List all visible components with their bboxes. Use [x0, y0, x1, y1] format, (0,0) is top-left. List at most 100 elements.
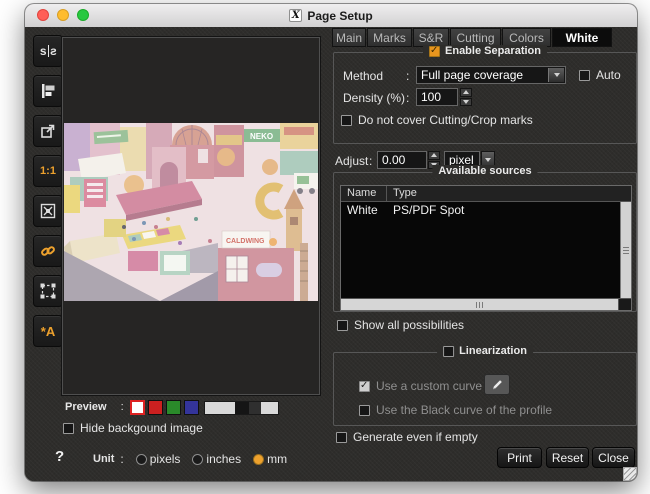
black-curve-label: Use the Black curve of the profile [376, 403, 552, 417]
preview-swatch-blue[interactable] [184, 400, 199, 415]
column-header-type[interactable]: Type [387, 186, 417, 201]
custom-curve-checkbox[interactable] [359, 381, 370, 392]
preview-controls: Preview : [65, 399, 202, 415]
column-header-name[interactable]: Name [341, 186, 387, 201]
fit-page-icon [39, 202, 57, 220]
density-label: Density (%) [343, 91, 405, 105]
density-value: 100 [421, 90, 441, 104]
preview-panel[interactable]: NEKO [62, 37, 320, 395]
pixels-label: pixels [150, 452, 181, 466]
sources-table: Name Type White PS/PDF Spot [340, 185, 632, 311]
unit-option-pixels[interactable]: pixels [136, 452, 181, 466]
align-icon [39, 82, 57, 100]
method-dropdown[interactable]: Full page coverage [416, 66, 566, 84]
one-to-one-icon: 1:1 [40, 165, 56, 177]
unit-option-mm[interactable]: mm [253, 452, 287, 466]
link-tool-button[interactable] [33, 235, 63, 267]
linearization-group-header: Linearization [437, 345, 533, 357]
edit-curve-button[interactable] [484, 374, 510, 395]
select-area-button[interactable] [33, 275, 63, 307]
method-colon: : [406, 69, 409, 83]
grayscale-preview-bar[interactable] [204, 401, 279, 415]
enable-separation-label: Enable Separation [445, 45, 541, 57]
tab-main[interactable]: Main [332, 28, 366, 47]
app-icon: X [289, 9, 302, 22]
pencil-icon [490, 378, 504, 392]
linearization-label: Linearization [459, 345, 527, 357]
adjust-input[interactable]: 0.00 [377, 151, 427, 169]
tab-marks[interactable]: Marks [367, 28, 412, 47]
no-cover-row: Do not cover Cutting/Crop marks [341, 113, 533, 127]
unit-selector: Unit : pixels inches mm [93, 452, 287, 466]
hide-background-label: Hide backgound image [80, 421, 203, 435]
close-button[interactable]: Close [592, 447, 635, 468]
density-input[interactable]: 100 [416, 88, 458, 106]
show-all-row: Show all possibilities [337, 318, 464, 332]
grayscale-segment [235, 402, 249, 414]
generate-checkbox[interactable] [336, 432, 347, 443]
preview-colon: : [121, 401, 124, 413]
density-stepper [460, 88, 472, 106]
grayscale-segment [205, 402, 235, 414]
unit-option-inches[interactable]: inches [192, 452, 241, 466]
density-step-down-button[interactable] [460, 98, 472, 107]
window-title: Page Setup [307, 9, 372, 23]
fit-to-page-button[interactable] [33, 195, 63, 227]
tab-white[interactable]: White [552, 28, 612, 47]
adjust-value: 0.00 [382, 153, 405, 167]
show-all-checkbox[interactable] [337, 320, 348, 331]
vertical-scrollbar[interactable] [620, 202, 631, 298]
no-cover-checkbox[interactable] [341, 115, 352, 126]
hide-background-checkbox[interactable] [63, 423, 74, 434]
hide-background-row: Hide backgound image [63, 421, 203, 435]
unit-colon: : [120, 452, 123, 466]
custom-curve-label: Use a custom curve [376, 379, 482, 393]
scrollbar-corner [618, 299, 631, 310]
cell-name: White [341, 202, 387, 217]
preview-swatch-white[interactable] [130, 400, 145, 415]
sources-group-header: Available sources [432, 165, 537, 177]
actual-size-button[interactable]: 1:1 [33, 155, 63, 187]
method-label: Method [343, 69, 383, 83]
no-cover-label: Do not cover Cutting/Crop marks [358, 113, 533, 127]
auto-checkbox[interactable] [579, 70, 590, 81]
preview-swatch-red[interactable] [148, 400, 163, 415]
mirror-tool-button[interactable]: ss [33, 35, 63, 67]
text-annotation-button[interactable]: *A [33, 315, 63, 347]
adjust-colon: : [369, 154, 372, 168]
page-setup-dialog: X Page Setup ss 1:1 *A [25, 4, 637, 481]
separation-group-header: Enable Separation [423, 45, 547, 57]
black-curve-row: Use the Black curve of the profile [359, 403, 552, 417]
pixels-radio[interactable] [136, 454, 147, 465]
sources-group-label: Available sources [438, 165, 531, 177]
show-all-label: Show all possibilities [354, 318, 464, 332]
preview-image: NEKO [64, 123, 318, 301]
density-step-up-button[interactable] [460, 88, 472, 97]
selection-icon [39, 282, 57, 300]
adjust-step-up-button[interactable] [428, 151, 440, 160]
align-tool-button[interactable] [33, 75, 63, 107]
chevron-down-icon[interactable] [548, 68, 564, 82]
enable-separation-checkbox[interactable] [429, 46, 440, 57]
horizontal-scrollbar-track [341, 298, 631, 310]
mm-label: mm [267, 452, 287, 466]
adjust-label: Adjust [335, 154, 368, 168]
linearization-checkbox[interactable] [443, 346, 454, 357]
title-bar[interactable]: X Page Setup [25, 4, 637, 28]
help-button[interactable]: ? [55, 448, 64, 465]
reset-button[interactable]: Reset [546, 447, 589, 468]
density-colon: : [406, 91, 409, 105]
table-row[interactable]: White PS/PDF Spot [341, 202, 631, 217]
inches-radio[interactable] [192, 454, 203, 465]
grayscale-segment [249, 402, 261, 414]
black-curve-checkbox[interactable] [359, 405, 370, 416]
sources-table-header[interactable]: Name Type [341, 186, 631, 202]
export-view-button[interactable] [33, 115, 63, 147]
resize-grip[interactable] [623, 467, 637, 481]
cell-type: PS/PDF Spot [387, 202, 464, 217]
mm-radio[interactable] [253, 454, 264, 465]
inches-label: inches [206, 452, 241, 466]
preview-swatch-green[interactable] [166, 400, 181, 415]
print-button[interactable]: Print [497, 447, 542, 468]
horizontal-scrollbar[interactable] [341, 299, 618, 310]
